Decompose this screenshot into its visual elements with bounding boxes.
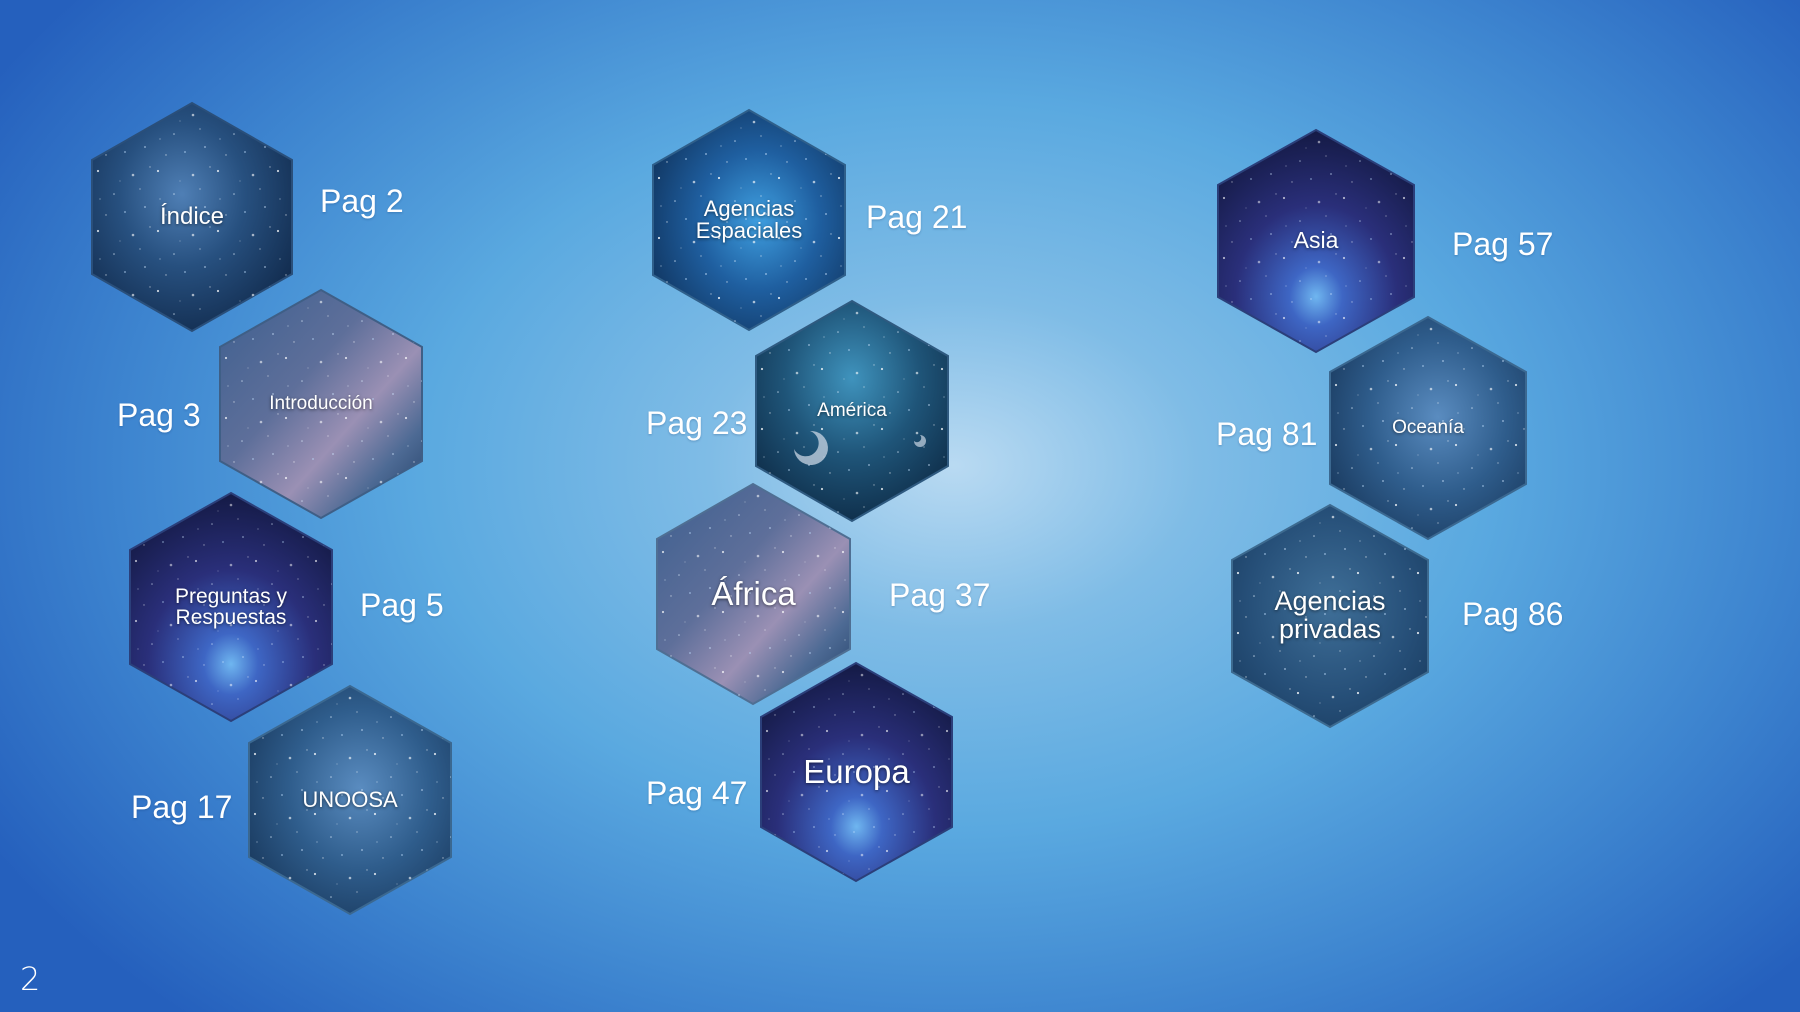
hex-unoosa[interactable]: UNOOSA	[248, 684, 452, 916]
star-cluster-hexagon-icon	[652, 108, 846, 332]
page-ref: Pag 3	[117, 397, 201, 433]
page-ref: Pag 2	[320, 183, 404, 219]
hex-europa[interactable]: Europa	[760, 661, 953, 883]
galaxy-hexagon-icon	[760, 661, 953, 883]
page-ref: Pag 57	[1452, 226, 1554, 262]
page-ref: Pag 5	[360, 587, 444, 623]
page-ref: Pag 21	[866, 199, 968, 235]
hex-introduccion[interactable]: Introducción	[219, 288, 423, 520]
page-ref: Pag 17	[131, 789, 233, 825]
starfield-hexagon-icon	[1231, 503, 1429, 729]
page-ref: Pag 37	[889, 577, 991, 613]
page-ref: Pag 86	[1462, 596, 1564, 632]
page-ref: Pag 23	[646, 405, 748, 441]
page-ref: Pag 47	[646, 775, 748, 811]
slide-number: 2	[20, 960, 41, 998]
nebula-hexagon-icon	[248, 684, 452, 916]
hex-agencias-privadas[interactable]: Agencias privadas	[1231, 503, 1429, 729]
page-ref: Pag 81	[1216, 416, 1318, 452]
milky-way-hexagon-icon	[219, 288, 423, 520]
hex-agencias-espaciales[interactable]: Agencias Espaciales	[652, 108, 846, 332]
